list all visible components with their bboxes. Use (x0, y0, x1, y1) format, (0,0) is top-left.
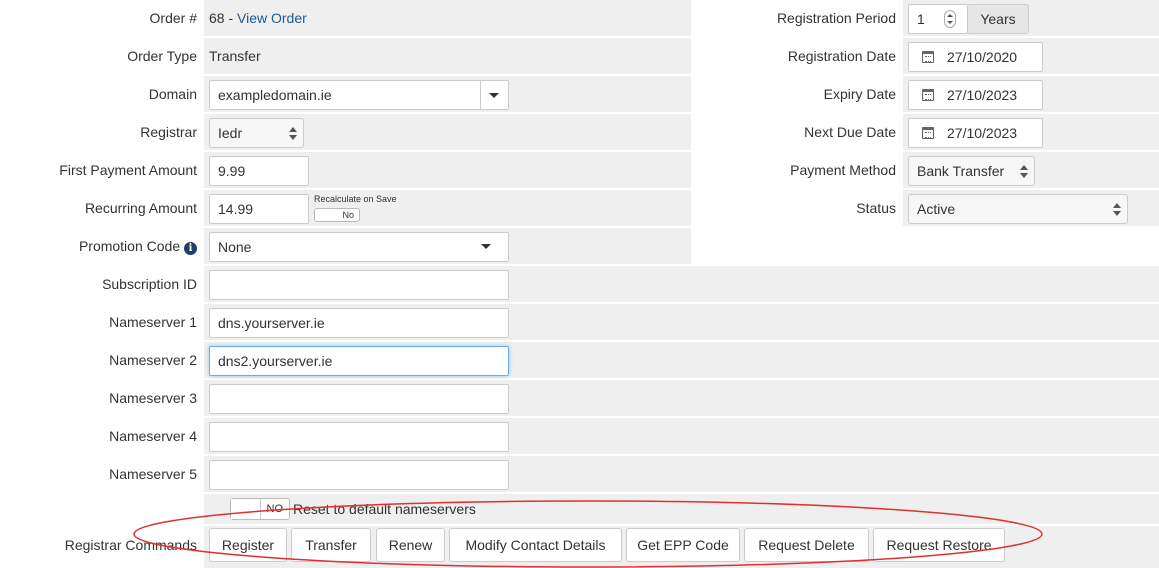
transfer-button[interactable]: Transfer (291, 528, 371, 562)
status-label: Status (856, 200, 896, 216)
registration-period-unit-text: Years (980, 11, 1016, 27)
promotion-code-select[interactable]: None (209, 232, 509, 262)
payment-method-select[interactable]: Bank Transfer (908, 156, 1035, 186)
next-due-date-label: Next Due Date (804, 124, 896, 140)
order-number: 68 - View Order (209, 0, 307, 36)
domain-value: exampledomain.ie (218, 87, 332, 103)
registrar-label: Registrar (140, 124, 197, 140)
nameserver-4-input[interactable] (209, 422, 509, 452)
subscription-id-input[interactable] (209, 270, 509, 300)
modify-contact-details-button[interactable]: Modify Contact Details (449, 528, 622, 562)
info-icon[interactable]: i (184, 242, 197, 255)
payment-method-value: Bank Transfer (917, 163, 1005, 179)
nameserver-1-label: Nameserver 1 (109, 314, 197, 330)
reset-toggle-value: NO (266, 503, 284, 515)
chevron-down-icon[interactable] (481, 244, 491, 249)
reset-nameservers-toggle[interactable]: NO (230, 498, 290, 520)
subscription-id-label: Subscription ID (102, 276, 197, 292)
first-payment-input[interactable]: 9.99 (209, 156, 309, 186)
promotion-code-label: Promotion Code i (0, 228, 197, 264)
calendar-icon (922, 127, 934, 139)
domain-combobox[interactable]: exampledomain.ie (209, 80, 509, 110)
payment-method-label: Payment Method (790, 162, 896, 178)
register-button[interactable]: Register (209, 528, 287, 562)
registrar-value: Iedr (218, 125, 243, 141)
promotion-code-value: None (218, 239, 252, 255)
cell-bg (204, 38, 691, 74)
request-restore-button[interactable]: Request Restore (873, 528, 1005, 562)
domain-label: Domain (148, 86, 197, 102)
registrar-commands-label: Registrar Commands (64, 537, 197, 553)
spinner-icon[interactable] (944, 10, 956, 28)
registration-period-label: Registration Period (776, 10, 896, 26)
order-number-text: 68 - (209, 10, 238, 26)
updown-arrows-icon (1113, 203, 1121, 217)
recurring-amount-input[interactable]: 14.99 (209, 194, 309, 224)
next-due-date-value: 27/10/2023 (947, 125, 1018, 141)
first-payment-label: First Payment Amount (59, 162, 197, 178)
recalculate-label: Recalculate on Save (314, 194, 397, 204)
nameserver-4-label: Nameserver 4 (109, 428, 197, 444)
order-type-value: Transfer (209, 48, 261, 64)
renew-button[interactable]: Renew (376, 528, 445, 562)
updown-arrows-icon (1020, 165, 1028, 179)
recalculate-toggle[interactable]: No (314, 208, 360, 222)
nameserver-3-label: Nameserver 3 (109, 390, 197, 406)
nameserver-5-input[interactable] (209, 460, 509, 490)
recalculate-toggle-value: No (342, 210, 354, 220)
order-type-label: Order Type (127, 48, 197, 64)
divider (480, 81, 481, 109)
view-order-link[interactable]: View Order (237, 10, 307, 26)
request-delete-button[interactable]: Request Delete (744, 528, 869, 562)
expiry-date-value: 27/10/2023 (947, 87, 1018, 103)
calendar-icon (922, 51, 934, 63)
updown-arrows-icon (289, 127, 297, 141)
registration-date-label: Registration Date (787, 48, 896, 64)
nameserver-2-input[interactable]: dns2.yourserver.ie (209, 346, 509, 376)
expiry-date-label: Expiry Date (823, 86, 896, 102)
nameserver-1-input[interactable]: dns.yourserver.ie (209, 308, 509, 338)
registration-date-value: 27/10/2020 (947, 49, 1018, 65)
recurring-amount-label: Recurring Amount (84, 200, 197, 216)
nameserver-3-input[interactable] (209, 384, 509, 414)
promotion-code-label-text: Promotion Code (78, 238, 181, 254)
get-epp-code-button[interactable]: Get EPP Code (626, 528, 740, 562)
registration-period-value: 1 (917, 11, 925, 27)
status-select[interactable]: Active (908, 194, 1128, 224)
calendar-icon (922, 89, 934, 101)
chevron-down-icon[interactable] (489, 93, 499, 98)
registration-period-unit: Years (967, 4, 1029, 34)
registrar-select[interactable]: Iedr (209, 118, 304, 148)
nameserver-5-label: Nameserver 5 (109, 466, 197, 482)
toggle-knob (231, 499, 261, 519)
reset-nameservers-label: Reset to default nameservers (293, 501, 476, 517)
registration-period-input[interactable]: 1 (908, 4, 968, 34)
order-label: Order # (149, 10, 197, 26)
status-value: Active (917, 201, 956, 217)
nameserver-2-label: Nameserver 2 (109, 352, 197, 368)
